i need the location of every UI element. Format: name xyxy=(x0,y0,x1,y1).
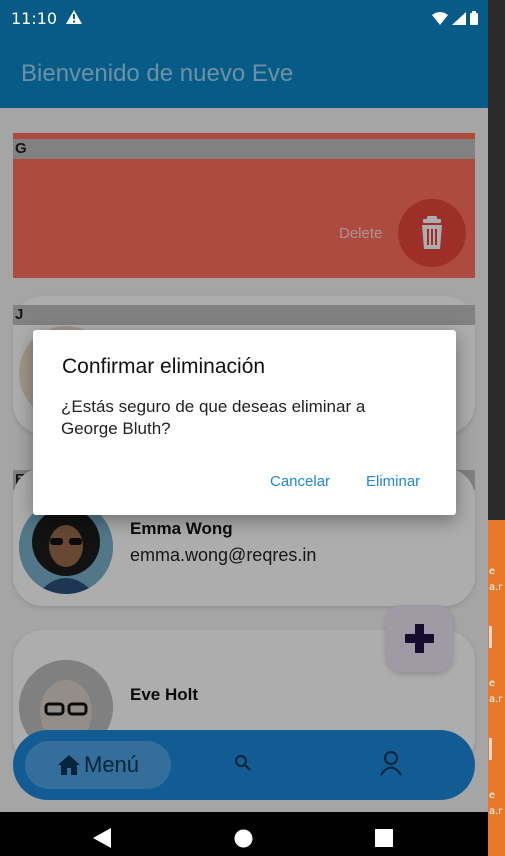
signal-icon xyxy=(452,11,466,25)
back-icon[interactable] xyxy=(93,828,111,848)
desktop-strip-text: a.r xyxy=(489,806,503,817)
desktop-strip-text: e xyxy=(489,566,496,577)
status-time: 11:10 xyxy=(11,9,58,28)
phone-screen: 11:10 Bienvenido de nuevo Eve Delete G J… xyxy=(0,0,488,856)
desktop-strip-text: a.r xyxy=(489,694,503,705)
system-navigation-bar xyxy=(0,812,488,856)
dialog-message: ¿Estás seguro de que deseas eliminar a G… xyxy=(61,397,366,438)
cancel-button[interactable]: Cancelar xyxy=(270,473,330,490)
confirm-delete-dialog: Confirmar eliminación ¿Estás seguro de q… xyxy=(33,330,456,515)
home-circle-icon[interactable] xyxy=(234,829,253,848)
battery-icon xyxy=(470,11,478,25)
desktop-strip-text: e xyxy=(489,790,496,801)
wifi-icon xyxy=(432,11,448,25)
desktop-strip-text: e xyxy=(489,678,496,689)
desktop-strip-text: a.r xyxy=(489,582,503,593)
confirm-delete-button[interactable]: Eliminar xyxy=(366,473,420,490)
status-bar: 11:10 xyxy=(0,0,488,33)
recents-icon[interactable] xyxy=(375,829,393,847)
desktop-strip-bar xyxy=(489,626,492,648)
system-icons xyxy=(432,11,478,25)
desktop-strip-bar xyxy=(489,738,492,760)
dialog-title: Confirmar eliminación xyxy=(62,355,266,378)
warning-icon xyxy=(66,10,82,24)
